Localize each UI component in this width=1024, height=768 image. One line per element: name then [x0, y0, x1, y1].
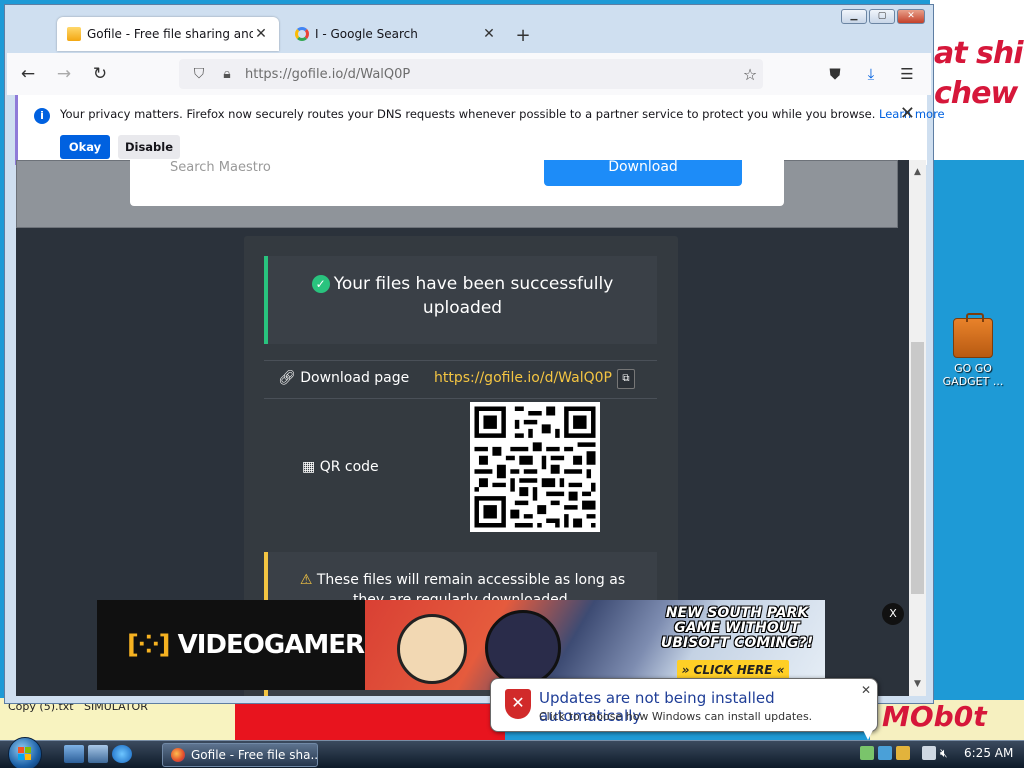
taskbar-button-label: Gofile - Free file sha...	[191, 748, 318, 762]
tray-icon[interactable]	[878, 746, 892, 760]
pocket-icon[interactable]: ⛊	[821, 59, 849, 89]
qr-code-label-text: QR code	[319, 459, 379, 475]
taskbar-clock[interactable]: 6:25 AM	[964, 746, 1013, 760]
scroll-up-arrow-icon[interactable]: ▲	[909, 164, 926, 180]
cartoon-character-image	[397, 614, 467, 684]
ad-brand-text: VIDEOGAMER	[177, 630, 365, 660]
videogamer-logo: [⁘] VIDEOGAMER	[127, 630, 365, 660]
security-shield-x-icon: ✕	[505, 689, 531, 719]
taskbar: Gofile - Free file sha... 🔇︎ 6:25 AM	[0, 737, 1024, 768]
link-icon: 🔗︎	[278, 370, 301, 386]
download-button[interactable]: Download	[544, 160, 742, 186]
new-tab-plus-icon[interactable]: +	[513, 25, 533, 46]
qr-code-graphic	[470, 402, 600, 532]
dns-privacy-notification: i Your privacy matters. Firefox now secu…	[15, 95, 945, 165]
show-desktop-icon[interactable]	[64, 745, 84, 763]
qr-code-label: ▦ QR code	[302, 459, 379, 475]
windows-logo-icon	[18, 747, 32, 761]
scroll-down-arrow-icon[interactable]: ▼	[909, 676, 926, 692]
ad-headline: NEW SOUTH PARK GAME WITHOUT UBISOFT COMI…	[660, 605, 814, 651]
copy-link-icon[interactable]: ⧉	[617, 369, 635, 389]
page-scrollbar[interactable]: ▲ ▼	[909, 160, 926, 696]
divider	[264, 360, 657, 361]
network-tray-icon[interactable]	[860, 746, 874, 760]
ad-click-here-button[interactable]: » CLICK HERE «	[677, 660, 789, 680]
url-text[interactable]: https://gofile.io/d/WalQ0P	[245, 67, 737, 82]
bookmark-star-icon[interactable]: ☆	[737, 65, 763, 84]
advertisement-banner[interactable]: [⁘] VIDEOGAMER NEW SOUTH PARK GAME WITHO…	[97, 600, 825, 690]
close-notification-icon[interactable]: ✕	[900, 103, 915, 124]
qr-icon: ▦	[302, 459, 320, 475]
volume-muted-icon[interactable]: 🔇︎	[940, 746, 954, 760]
tab-title: Gofile - Free file sharing and sto	[87, 27, 253, 41]
navigation-toolbar: ← → ↻ ⛉ 🔒︎ https://gofile.io/d/WalQ0P ☆ …	[7, 53, 931, 95]
desktop-icon-go-go-gadget[interactable]: GO GO GADGET ...	[942, 313, 1004, 388]
check-circle-icon: ✓	[311, 275, 330, 293]
firefox-icon	[171, 748, 185, 762]
search-card: Search Maestro Download	[130, 160, 784, 206]
tracking-protection-shield-icon[interactable]: ⛉	[189, 66, 209, 82]
scrollbar-thumb[interactable]	[911, 342, 924, 594]
tab-title: I - Google Search	[315, 27, 418, 41]
info-icon: i	[34, 108, 50, 124]
balloon-subtitle: Click to choose how Windows can install …	[539, 710, 813, 723]
notification-message: Your privacy matters. Firefox now secure…	[60, 107, 945, 121]
wallpaper-mobot-text: MOb0t	[882, 700, 987, 733]
folder-favicon-icon	[67, 27, 81, 41]
back-arrow-icon[interactable]: ←	[13, 59, 43, 89]
close-tab-icon[interactable]: ✕	[481, 26, 497, 42]
disable-button[interactable]: Disable	[118, 135, 180, 159]
wallpaper-bottom-red	[235, 700, 505, 740]
wallpaper-text: at shit chew	[934, 36, 1024, 111]
qr-code-image	[470, 402, 600, 532]
lock-icon[interactable]: 🔒︎	[217, 66, 237, 82]
hamburger-menu-icon[interactable]: ☰	[893, 59, 921, 89]
download-page-link[interactable]: https://gofile.io/d/WalQ0P	[434, 370, 612, 386]
update-notification-balloon[interactable]: ✕ Updates are not being installed automa…	[490, 678, 878, 732]
forward-arrow-icon[interactable]: →	[49, 59, 79, 89]
internet-explorer-icon[interactable]	[112, 745, 132, 763]
download-page-label-text: Download page	[300, 370, 410, 386]
success-alert: ✓ Your files have been successfully uploa…	[264, 256, 657, 344]
reload-icon[interactable]: ↻	[85, 59, 115, 89]
url-bar[interactable]: ⛉ 🔒︎ https://gofile.io/d/WalQ0P ☆	[179, 59, 763, 89]
switch-windows-icon[interactable]	[88, 745, 108, 763]
close-tab-icon[interactable]: ✕	[253, 26, 269, 42]
tab-google-search[interactable]: I - Google Search ✕	[285, 17, 507, 51]
balloon-tail	[862, 728, 874, 740]
videogamer-logo-mark-icon: [⁘]	[127, 630, 171, 660]
start-button[interactable]	[8, 737, 42, 768]
warning-triangle-icon: ⚠	[299, 572, 317, 588]
tab-gofile[interactable]: Gofile - Free file sharing and sto ✕	[57, 17, 279, 51]
download-page-label: 🔗︎ Download page	[278, 370, 409, 386]
balloon-close-icon[interactable]: ✕	[861, 683, 871, 697]
ad-close-button[interactable]: X	[882, 603, 904, 625]
google-favicon-icon	[295, 27, 309, 41]
desktop-icon-label: GO GO GADGET ...	[942, 362, 1004, 388]
network-connection-icon[interactable]	[922, 746, 936, 760]
taskbar-button-firefox[interactable]: Gofile - Free file sha...	[162, 743, 318, 767]
downloads-icon[interactable]: ⤓	[857, 59, 885, 89]
notification-text: Your privacy matters. Firefox now secure…	[60, 107, 876, 121]
briefcase-icon	[953, 313, 993, 358]
search-input-placeholder[interactable]: Search Maestro	[170, 160, 271, 175]
toolbar-right: ⛊ ⤓ ☰	[821, 59, 921, 89]
success-message: Your files have been successfully upload…	[333, 274, 614, 318]
cartoon-character-image	[485, 610, 561, 686]
tray-icon[interactable]	[896, 746, 910, 760]
tab-strip: Gofile - Free file sharing and sto ✕ I -…	[7, 11, 931, 53]
success-text-wrap: ✓ Your files have been successfully uploa…	[268, 272, 657, 320]
okay-button[interactable]: Okay	[60, 135, 110, 159]
divider	[264, 398, 657, 399]
